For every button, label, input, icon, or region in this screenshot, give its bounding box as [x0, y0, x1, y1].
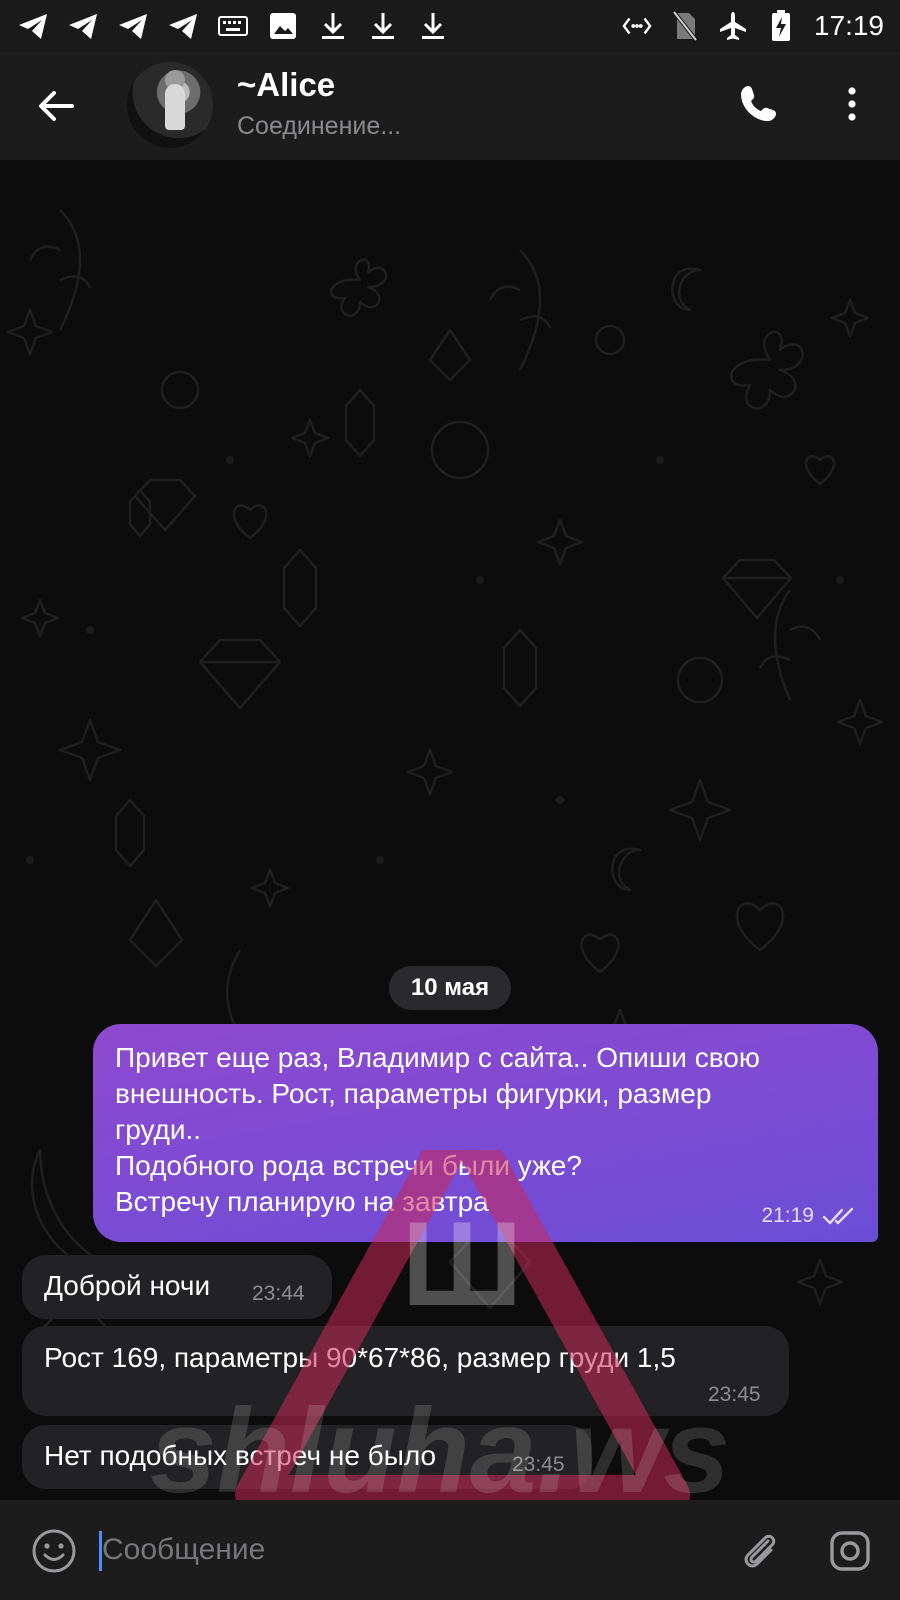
- message-input[interactable]: [102, 1522, 662, 1578]
- message-incoming[interactable]: Доброй ночи 23:44: [22, 1255, 332, 1319]
- telegram-icon: [118, 11, 148, 41]
- download-icon: [318, 11, 348, 41]
- chat-header: ~Alice Соединение...: [0, 52, 900, 160]
- phone-icon: [741, 86, 776, 121]
- battery-charging-icon: [766, 10, 796, 41]
- status-bar: 17:19: [0, 0, 900, 52]
- call-button[interactable]: [736, 82, 780, 126]
- message-time: 23:45: [512, 1453, 565, 1476]
- camera-icon: [830, 1531, 870, 1571]
- nfc-sync-icon: [622, 11, 652, 41]
- double-check-icon: [822, 1207, 854, 1225]
- message-text: Рост 169, параметры 90*67*86, размер гру…: [44, 1342, 676, 1373]
- chat-title[interactable]: ~Alice: [237, 66, 335, 104]
- message-time: 21:19: [761, 1204, 814, 1227]
- chat-status: Соединение...: [237, 112, 402, 140]
- arrow-back-icon: [39, 91, 74, 121]
- date-separator: 10 мая: [389, 966, 511, 1010]
- telegram-icon: [68, 11, 98, 41]
- back-button[interactable]: [32, 82, 80, 130]
- message-text: Нет подобных встреч не было: [44, 1440, 437, 1471]
- download-icon: [368, 11, 398, 41]
- message-time: 23:45: [708, 1383, 761, 1406]
- emoji-button[interactable]: [30, 1527, 78, 1575]
- camera-button[interactable]: [826, 1527, 874, 1575]
- message-composer: [0, 1500, 900, 1600]
- no-sim-icon: [670, 11, 700, 41]
- message-text: Доброй ночи: [44, 1270, 211, 1301]
- image-icon: [268, 11, 298, 41]
- telegram-icon: [168, 11, 198, 41]
- telegram-icon: [18, 11, 48, 41]
- message-outgoing[interactable]: Привет еще раз, Владимир с сайта.. Опиши…: [93, 1024, 878, 1242]
- message-incoming[interactable]: Рост 169, параметры 90*67*86, размер гру…: [22, 1326, 789, 1416]
- download-icon: [418, 11, 448, 41]
- keyboard-icon: [218, 11, 248, 41]
- message-meta: 21:19: [761, 1204, 858, 1228]
- attach-button[interactable]: [735, 1527, 783, 1575]
- message-incoming[interactable]: Нет подобных встреч не было 23:45: [22, 1425, 592, 1489]
- clock: 17:19: [813, 10, 884, 41]
- message-time: 23:44: [252, 1282, 305, 1305]
- airplane-icon: [718, 11, 748, 41]
- message-text: Привет еще раз, Владимир с сайта.. Опиши…: [115, 1042, 760, 1217]
- emoji-icon: [32, 1529, 76, 1573]
- avatar[interactable]: [127, 62, 213, 148]
- paperclip-icon: [744, 1534, 776, 1568]
- more-menu-button[interactable]: [830, 82, 874, 126]
- more-vert-icon: [848, 87, 856, 121]
